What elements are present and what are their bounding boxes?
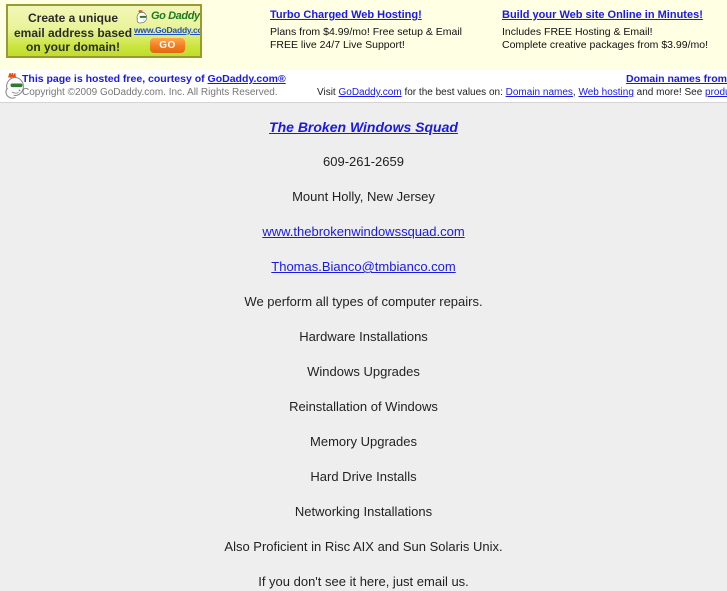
godaddy-brand-block: Go Daddy.com www.GoDaddy.com GO: [134, 8, 200, 56]
ad-column-website-builder: Build your Web site Online in Minutes! I…: [502, 9, 727, 53]
content-text: Reinstallation of Windows: [289, 399, 438, 414]
visit-godaddy-link[interactable]: GoDaddy.com: [339, 87, 402, 98]
visit-prefix: Visit: [317, 87, 339, 98]
godaddy-link[interactable]: GoDaddy.com®: [208, 73, 286, 85]
ad-website-builder-line-1: Includes FREE Hosting & Email!: [502, 25, 653, 38]
hosted-free-notice-prefix: This page is hosted free, courtesy of: [22, 73, 208, 85]
content-text: We perform all types of computer repairs…: [244, 294, 483, 309]
content-text: Also Proficient in Risc AIX and Sun Sola…: [224, 539, 503, 554]
domain-names-link[interactable]: Domain names: [506, 87, 573, 98]
godaddy-ad-banner: Create a unique email address based on y…: [0, 0, 727, 70]
email-promo-text: Create a unique email address based on y…: [12, 11, 134, 55]
ad-website-builder-line-2: Complete creative packages from $3.99/mo…: [502, 39, 709, 51]
content-text: Networking Installations: [294, 504, 433, 519]
content-text: Memory Upgrades: [310, 434, 417, 449]
content-text: Mount Holly, New Jersey: [292, 189, 435, 204]
page-content: The Broken Windows Squad 609-261-2659 Mou…: [0, 104, 727, 589]
godaddy-url-link[interactable]: www.GoDaddy.com: [134, 25, 200, 35]
product-catalog-link[interactable]: product ca: [705, 87, 727, 98]
ad-hosting-line-2: FREE live 24/7 Live Support!: [270, 39, 405, 51]
content-text: Windows Upgrades: [307, 364, 420, 379]
email-promo-line-3: on your domain!: [26, 40, 120, 54]
web-hosting-link[interactable]: Web hosting: [578, 87, 633, 98]
visit-godaddy-tagline: Visit GoDaddy.com for the best values on…: [317, 87, 727, 98]
go-button[interactable]: GO: [150, 38, 185, 53]
email-promo-ad[interactable]: Create a unique email address based on y…: [6, 4, 202, 58]
content-link[interactable]: www.thebrokenwindowssquad.com: [0, 223, 727, 241]
visit-mid: for the best values on:: [401, 87, 506, 98]
godaddy-logo: Go Daddy.com: [134, 9, 200, 26]
ad-hosting-line-1: Plans from $4.99/mo! Free setup & Email: [270, 25, 462, 38]
ad-headline-hosting-link[interactable]: Turbo Charged Web Hosting!: [270, 9, 500, 23]
ad-column-hosting: Turbo Charged Web Hosting! Plans from $4…: [270, 9, 500, 53]
visit-suffix: and more! See: [633, 87, 706, 98]
copyright-notice: Copyright ©2009 GoDaddy.com. Inc. All Ri…: [22, 87, 278, 98]
content-text: If you don't see it here, just email us.: [258, 574, 469, 589]
hosted-free-bar: This page is hosted free, courtesy of Go…: [0, 70, 727, 103]
content-line-list: 609-261-2659 Mount Holly, New Jersey www.t…: [0, 153, 727, 591]
email-promo-line-2: email address based: [13, 25, 133, 40]
page-title[interactable]: The Broken Windows Squad: [0, 104, 727, 136]
godaddy-wordmark: Go Daddy.com: [151, 10, 200, 22]
domain-names-from-link[interactable]: Domain names from: [626, 73, 727, 85]
godaddy-mascot-icon: [136, 10, 148, 24]
content-text: Hard Drive Installs: [310, 469, 417, 484]
hosted-free-notice: This page is hosted free, courtesy of Go…: [22, 73, 286, 85]
content-text: 609-261-2659: [323, 154, 404, 169]
godaddy-dotcom-tag: .com: [199, 12, 200, 18]
email-promo-line-1: Create a unique: [27, 11, 119, 25]
content-link[interactable]: Thomas.Bianco@tmbianco.com: [0, 258, 727, 276]
content-text: Hardware Installations: [299, 329, 428, 344]
ad-headline-website-builder-link[interactable]: Build your Web site Online in Minutes!: [502, 9, 727, 23]
